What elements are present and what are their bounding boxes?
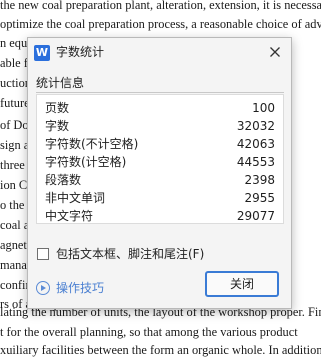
- stat-row-paragraphs: 段落数 2398: [45, 171, 275, 189]
- stat-label: 非中文单词: [45, 191, 106, 205]
- stat-row-chars-with-spaces: 字符数(计空格) 44553: [45, 153, 275, 171]
- stat-row-non-chinese-words: 非中文单词 2955: [45, 189, 275, 207]
- stat-value: 32032: [236, 119, 275, 133]
- dialog-titlebar[interactable]: W 字数统计: [28, 38, 291, 66]
- dialog-title: 字数统计: [56, 45, 105, 59]
- doc-line: optimize the coal preparation process, a…: [0, 17, 321, 31]
- section-label: 统计信息: [36, 76, 85, 90]
- stat-row-chars-no-spaces: 字符数(不计空格) 42063: [45, 135, 275, 153]
- stat-label: 字数: [45, 119, 70, 133]
- doc-line: the new coal preparation plant, alterati…: [0, 0, 321, 12]
- wps-writer-icon: W: [34, 45, 50, 61]
- include-textbox-footnotes-checkbox[interactable]: [37, 248, 49, 260]
- stat-label: 中文字符: [45, 209, 94, 223]
- close-button[interactable]: 关闭: [205, 271, 279, 297]
- doc-line: t for the overall planning, so that amon…: [0, 325, 298, 339]
- section-divider: [36, 92, 284, 93]
- stat-value: 100: [252, 101, 275, 115]
- stat-value: 42063: [236, 137, 275, 151]
- stat-value: 2398: [244, 173, 275, 187]
- checkbox-label[interactable]: 包括文本框、脚注和尾注(F): [56, 245, 204, 263]
- stat-value: 29077: [236, 209, 275, 223]
- stat-label: 页数: [45, 101, 70, 115]
- doc-line: xuiliary facilities between the form an …: [0, 343, 321, 357]
- doc-line: future: [0, 96, 30, 110]
- stat-value: 2955: [244, 191, 275, 205]
- close-icon-glyph: [270, 47, 280, 57]
- play-circle-icon: [36, 281, 50, 295]
- stats-panel: 页数 100 字数 32032 字符数(不计空格) 42063 字符数(计空格)…: [36, 94, 284, 224]
- stat-label: 字符数(计空格): [45, 155, 127, 169]
- stat-row-words: 字数 32032: [45, 117, 275, 135]
- stat-label: 字符数(不计空格): [45, 137, 139, 151]
- word-count-dialog: W 字数统计 统计信息 页数 100 字数 32032 字符数(不计空格) 42…: [27, 37, 292, 309]
- stat-row-pages: 页数 100: [45, 99, 275, 117]
- stat-label: 段落数: [45, 173, 82, 187]
- stat-value: 44553: [236, 155, 275, 169]
- stat-row-chinese-chars: 中文字符 29077: [45, 207, 275, 225]
- tips-link-label[interactable]: 操作技巧: [56, 280, 104, 296]
- close-icon[interactable]: [267, 44, 283, 60]
